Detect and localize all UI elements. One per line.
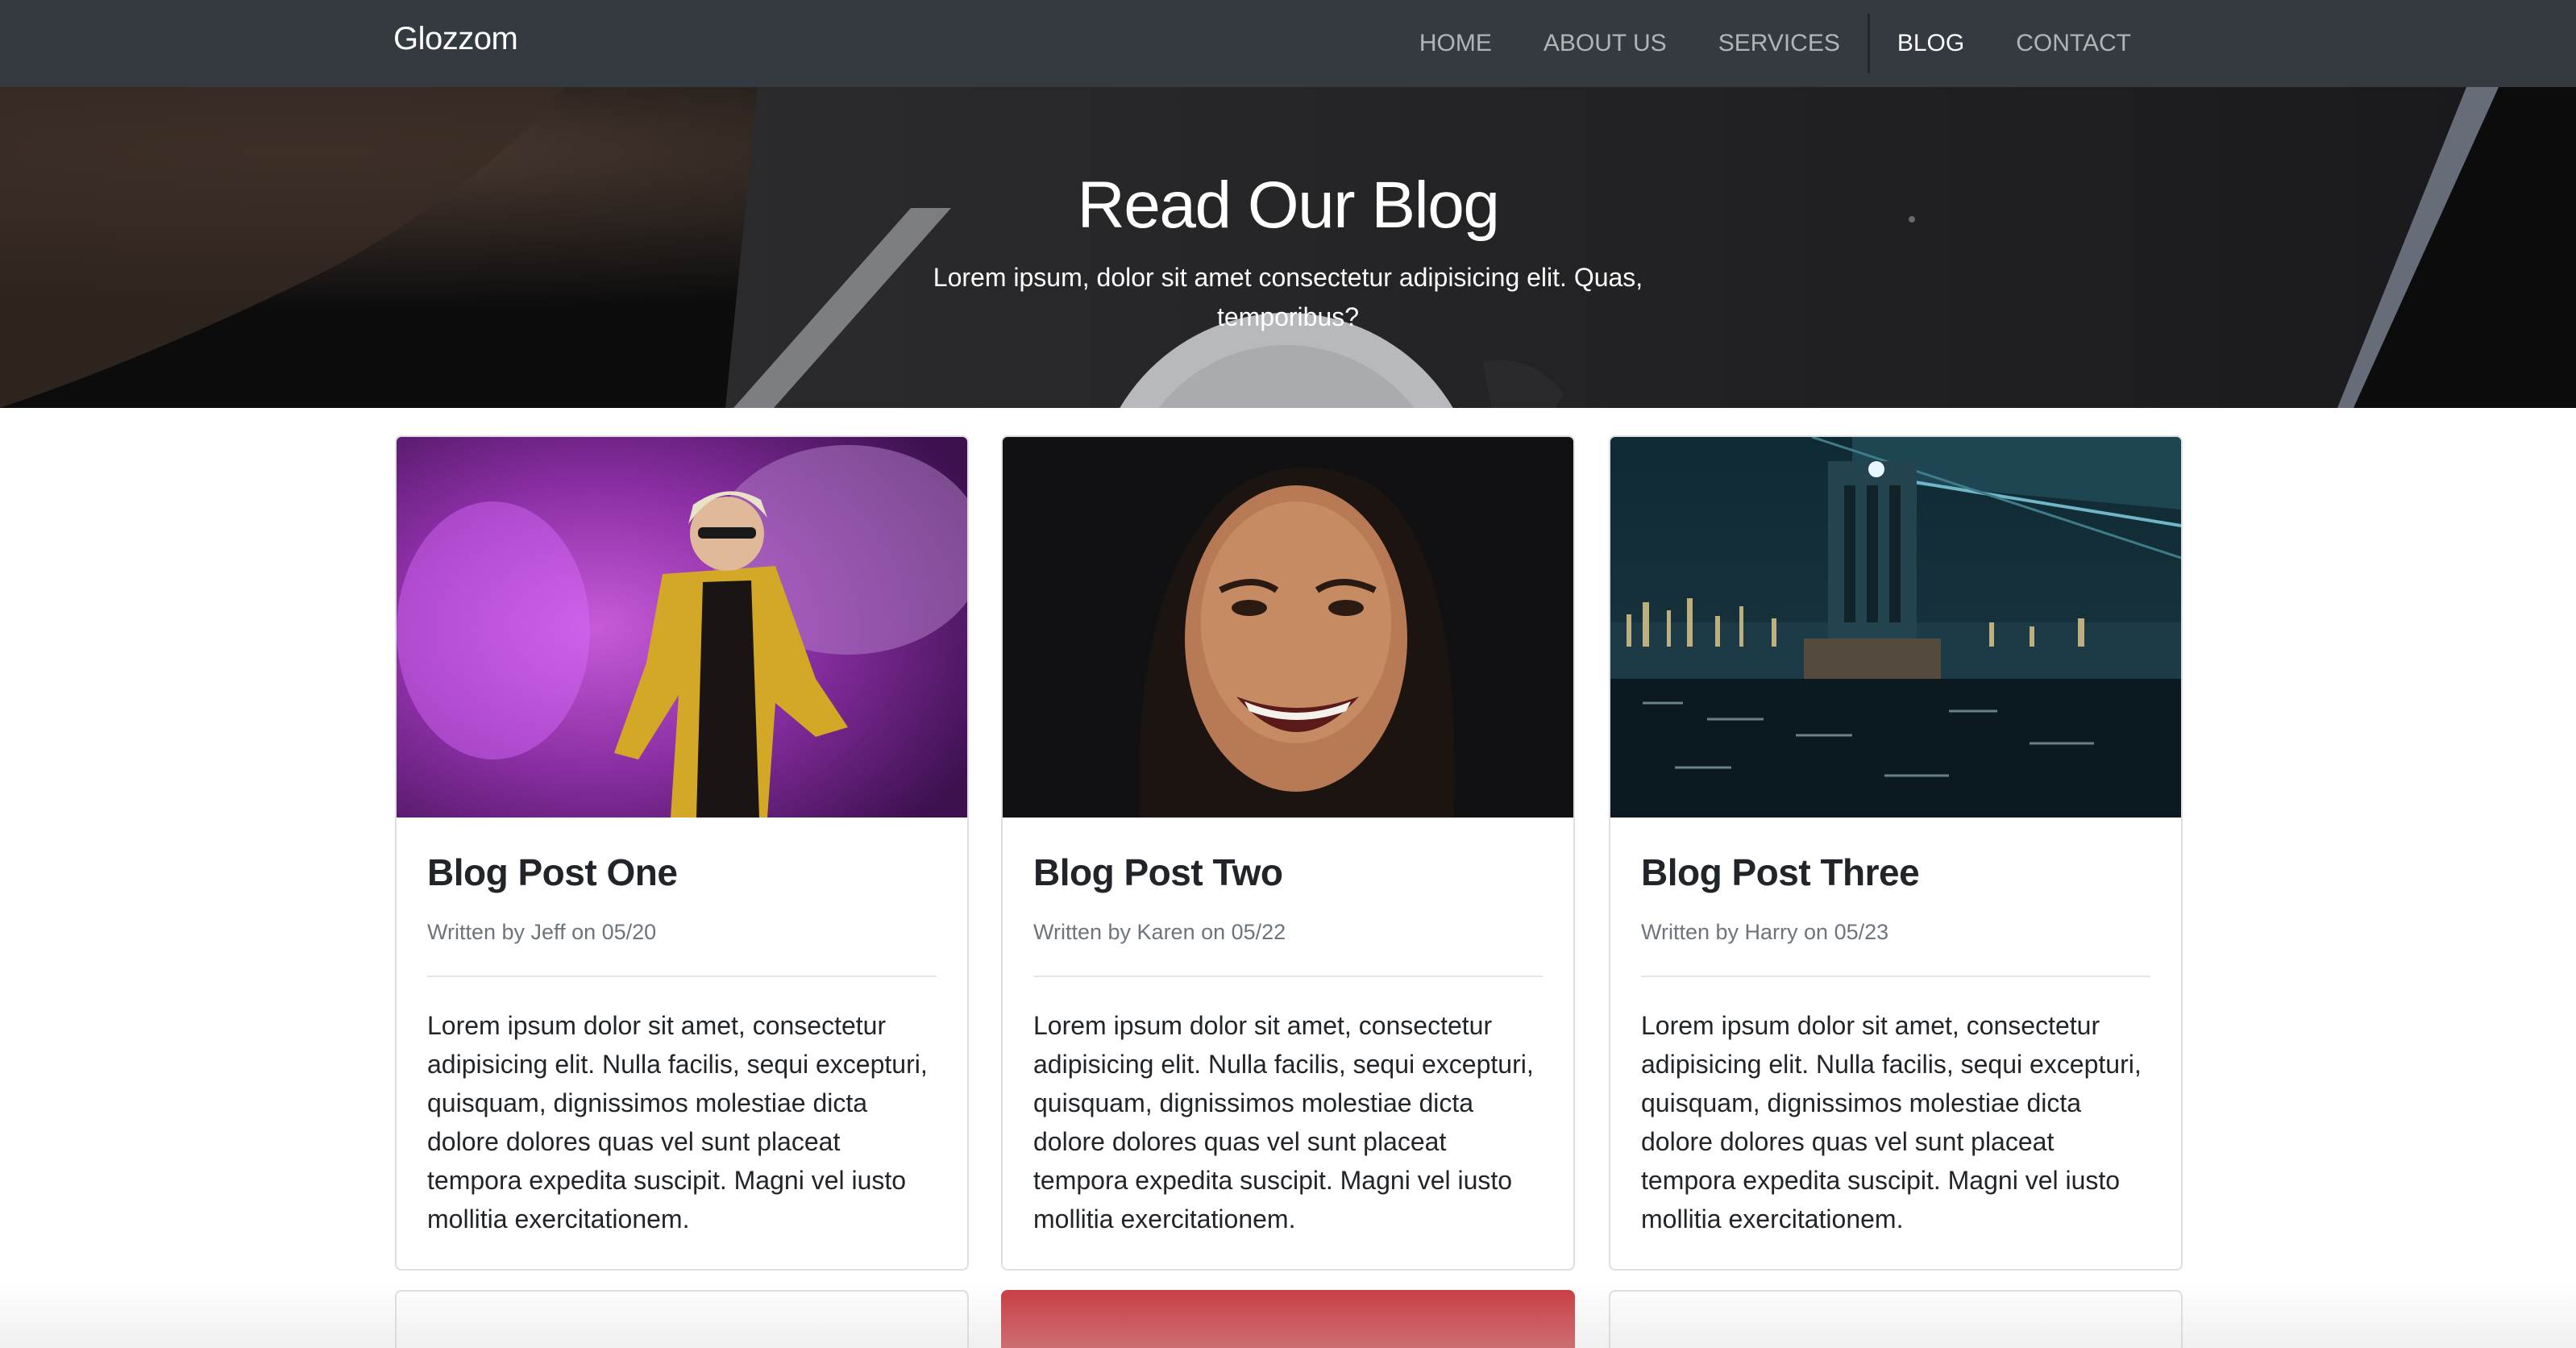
next-row-card-right — [1609, 1290, 2183, 1348]
blog-cards: Blog Post One Written by Jeff on 05/20 L… — [395, 435, 2183, 1348]
card-text: Lorem ipsum dolor sit amet, consectetur … — [1033, 1011, 1534, 1234]
nav-divider — [1867, 14, 1870, 73]
next-row-card-left — [395, 1290, 969, 1348]
card-text: Lorem ipsum dolor sit amet, consectetur … — [1641, 1011, 2142, 1234]
brand-logo[interactable]: Glozzom — [393, 21, 518, 57]
hero-background-image — [0, 87, 2576, 408]
card-title[interactable]: Blog Post Three — [1641, 850, 2150, 895]
card-title[interactable]: Blog Post One — [427, 850, 937, 895]
card-image-smiling-woman — [1003, 437, 1573, 818]
card-image-person-smoke — [397, 437, 967, 818]
nav-link-home[interactable]: HOME — [1394, 0, 1518, 87]
card-body: Blog Post Three Written by Harry on 05/2… — [1610, 818, 2181, 1238]
blog-card-three[interactable]: Blog Post Three Written by Harry on 05/2… — [1609, 435, 2183, 1271]
page-title: Read Our Blog — [1077, 168, 1500, 242]
next-row-card-center-red — [1001, 1290, 1575, 1348]
nav-link-contact[interactable]: CONTACT — [1990, 0, 2157, 87]
card-meta: Written by Karen on 05/22 — [1033, 920, 1286, 944]
navbar: Glozzom HOME ABOUT US SERVICES BLOG CONT… — [0, 0, 2576, 87]
card-meta: Written by Harry on 05/23 — [1641, 920, 1889, 944]
nav-link-about-us[interactable]: ABOUT US — [1518, 0, 1693, 87]
card-divider — [1641, 976, 2150, 977]
nav-link-services[interactable]: SERVICES — [1693, 0, 1866, 87]
card-divider — [427, 976, 937, 977]
card-title[interactable]: Blog Post Two — [1033, 850, 1543, 895]
card-divider — [1033, 976, 1543, 977]
hero-section: Read Our Blog Lorem ipsum, dolor sit ame… — [0, 87, 2576, 408]
hero-subtitle: Lorem ipsum, dolor sit amet consectetur … — [933, 263, 1643, 331]
blog-card-two[interactable]: Blog Post Two Written by Karen on 05/22 … — [1001, 435, 1575, 1271]
card-body: Blog Post One Written by Jeff on 05/20 L… — [397, 818, 967, 1238]
blog-card-one[interactable]: Blog Post One Written by Jeff on 05/20 L… — [395, 435, 969, 1271]
card-body: Blog Post Two Written by Karen on 05/22 … — [1003, 818, 1573, 1238]
card-meta: Written by Jeff on 05/20 — [427, 920, 657, 944]
nav-links: HOME ABOUT US SERVICES BLOG CONTACT — [1394, 0, 2157, 87]
card-image-bridge-night — [1610, 437, 2181, 818]
nav-link-blog[interactable]: BLOG — [1872, 0, 1990, 87]
card-text: Lorem ipsum dolor sit amet, consectetur … — [427, 1011, 928, 1234]
